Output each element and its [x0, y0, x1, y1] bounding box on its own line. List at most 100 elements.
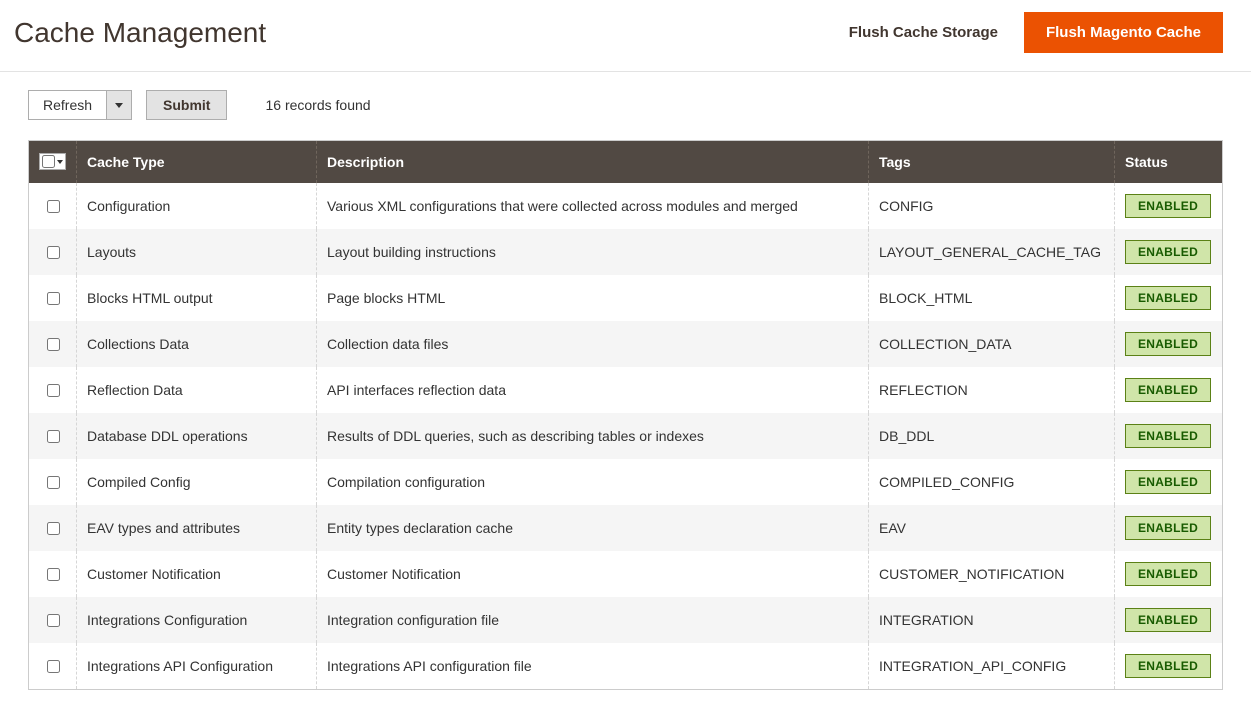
status-cell: ENABLED	[1115, 275, 1223, 321]
table-row[interactable]: Database DDL operationsResults of DDL qu…	[29, 413, 1223, 459]
status-cell: ENABLED	[1115, 551, 1223, 597]
cache-type-cell: Customer Notification	[77, 551, 317, 597]
description-cell: Compilation configuration	[317, 459, 869, 505]
row-checkbox[interactable]	[47, 338, 60, 351]
description-cell: API interfaces reflection data	[317, 367, 869, 413]
row-checkbox[interactable]	[47, 522, 60, 535]
col-header-description[interactable]: Description	[317, 141, 869, 184]
table-row[interactable]: ConfigurationVarious XML configurations …	[29, 183, 1223, 229]
cache-type-cell: EAV types and attributes	[77, 505, 317, 551]
col-header-tags[interactable]: Tags	[869, 141, 1115, 184]
description-cell: Collection data files	[317, 321, 869, 367]
status-cell: ENABLED	[1115, 321, 1223, 367]
page-header: Cache Management Flush Cache Storage Flu…	[0, 0, 1251, 72]
description-cell: Various XML configurations that were col…	[317, 183, 869, 229]
records-found-label: 16 records found	[265, 97, 370, 113]
row-checkbox[interactable]	[47, 384, 60, 397]
cache-type-cell: Layouts	[77, 229, 317, 275]
table-row[interactable]: Integrations ConfigurationIntegration co…	[29, 597, 1223, 643]
tags-cell: REFLECTION	[869, 367, 1115, 413]
cache-type-cell: Configuration	[77, 183, 317, 229]
mass-action-toggle[interactable]	[107, 90, 132, 120]
status-cell: ENABLED	[1115, 459, 1223, 505]
row-checkbox[interactable]	[47, 430, 60, 443]
description-cell: Entity types declaration cache	[317, 505, 869, 551]
description-cell: Integrations API configuration file	[317, 643, 869, 690]
select-all-checkbox[interactable]	[42, 155, 55, 168]
description-cell: Integration configuration file	[317, 597, 869, 643]
table-row[interactable]: Compiled ConfigCompilation configuration…	[29, 459, 1223, 505]
status-badge: ENABLED	[1125, 424, 1211, 448]
row-select-cell	[29, 597, 77, 643]
status-badge: ENABLED	[1125, 516, 1211, 540]
status-badge: ENABLED	[1125, 608, 1211, 632]
cache-type-cell: Reflection Data	[77, 367, 317, 413]
flush-cache-storage-button[interactable]: Flush Cache Storage	[843, 14, 1004, 51]
row-select-cell	[29, 643, 77, 690]
description-cell: Page blocks HTML	[317, 275, 869, 321]
tags-cell: INTEGRATION	[869, 597, 1115, 643]
row-checkbox[interactable]	[47, 292, 60, 305]
row-checkbox[interactable]	[47, 246, 60, 259]
row-select-cell	[29, 459, 77, 505]
table-row[interactable]: EAV types and attributesEntity types dec…	[29, 505, 1223, 551]
select-all-control[interactable]	[39, 153, 66, 170]
tags-cell: INTEGRATION_API_CONFIG	[869, 643, 1115, 690]
row-checkbox[interactable]	[47, 200, 60, 213]
description-cell: Customer Notification	[317, 551, 869, 597]
status-cell: ENABLED	[1115, 643, 1223, 690]
status-cell: ENABLED	[1115, 597, 1223, 643]
row-checkbox[interactable]	[47, 614, 60, 627]
status-badge: ENABLED	[1125, 378, 1211, 402]
table-row[interactable]: LayoutsLayout building instructionsLAYOU…	[29, 229, 1223, 275]
submit-button[interactable]: Submit	[146, 90, 227, 120]
toolbar: Refresh Submit 16 records found	[0, 72, 1251, 134]
status-badge: ENABLED	[1125, 194, 1211, 218]
table-row[interactable]: Integrations API ConfigurationIntegratio…	[29, 643, 1223, 690]
mass-action-split-button: Refresh	[28, 90, 132, 120]
status-cell: ENABLED	[1115, 367, 1223, 413]
mass-action-button[interactable]: Refresh	[28, 90, 107, 120]
tags-cell: CONFIG	[869, 183, 1115, 229]
row-select-cell	[29, 413, 77, 459]
page-title: Cache Management	[14, 17, 266, 49]
col-header-select	[29, 141, 77, 184]
cache-table: Cache Type Description Tags Status Confi…	[28, 140, 1223, 690]
row-select-cell	[29, 551, 77, 597]
row-checkbox[interactable]	[47, 568, 60, 581]
status-badge: ENABLED	[1125, 654, 1211, 678]
tags-cell: DB_DDL	[869, 413, 1115, 459]
row-select-cell	[29, 229, 77, 275]
status-badge: ENABLED	[1125, 470, 1211, 494]
status-cell: ENABLED	[1115, 229, 1223, 275]
header-actions: Flush Cache Storage Flush Magento Cache	[843, 12, 1223, 53]
row-select-cell	[29, 321, 77, 367]
table-row[interactable]: Blocks HTML outputPage blocks HTMLBLOCK_…	[29, 275, 1223, 321]
col-header-status[interactable]: Status	[1115, 141, 1223, 184]
row-checkbox[interactable]	[47, 476, 60, 489]
tags-cell: BLOCK_HTML	[869, 275, 1115, 321]
table-row[interactable]: Collections DataCollection data filesCOL…	[29, 321, 1223, 367]
description-cell: Results of DDL queries, such as describi…	[317, 413, 869, 459]
tags-cell: LAYOUT_GENERAL_CACHE_TAG	[869, 229, 1115, 275]
table-row[interactable]: Customer NotificationCustomer Notificati…	[29, 551, 1223, 597]
row-select-cell	[29, 367, 77, 413]
tags-cell: EAV	[869, 505, 1115, 551]
tags-cell: COMPILED_CONFIG	[869, 459, 1115, 505]
row-select-cell	[29, 505, 77, 551]
status-badge: ENABLED	[1125, 332, 1211, 356]
flush-magento-cache-button[interactable]: Flush Magento Cache	[1024, 12, 1223, 53]
row-select-cell	[29, 275, 77, 321]
cache-type-cell: Database DDL operations	[77, 413, 317, 459]
row-checkbox[interactable]	[47, 660, 60, 673]
cache-type-cell: Integrations API Configuration	[77, 643, 317, 690]
status-badge: ENABLED	[1125, 240, 1211, 264]
status-cell: ENABLED	[1115, 183, 1223, 229]
status-cell: ENABLED	[1115, 505, 1223, 551]
chevron-down-icon	[57, 160, 63, 164]
col-header-cache-type[interactable]: Cache Type	[77, 141, 317, 184]
cache-type-cell: Collections Data	[77, 321, 317, 367]
status-cell: ENABLED	[1115, 413, 1223, 459]
cache-type-cell: Integrations Configuration	[77, 597, 317, 643]
table-row[interactable]: Reflection DataAPI interfaces reflection…	[29, 367, 1223, 413]
